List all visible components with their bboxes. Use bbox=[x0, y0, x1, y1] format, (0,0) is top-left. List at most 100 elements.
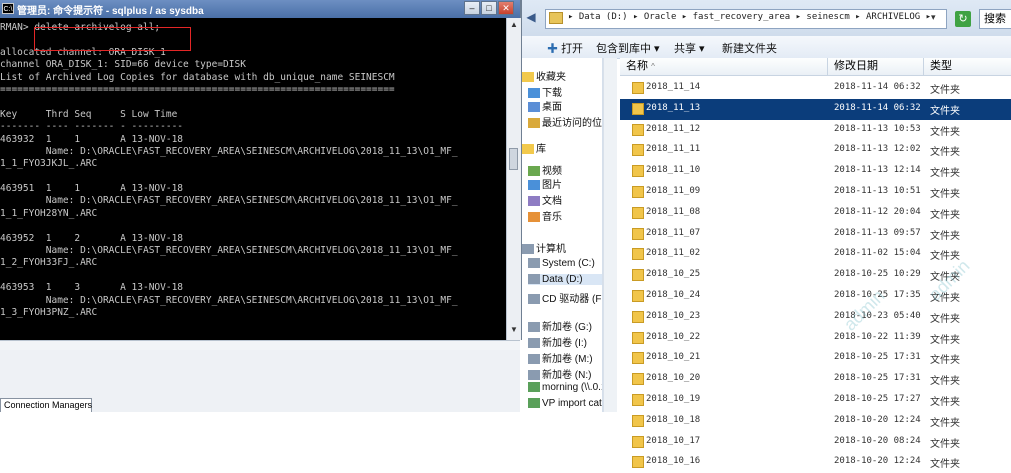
chevron-down-icon[interactable]: ▾ bbox=[931, 12, 936, 23]
nav-item[interactable]: 计算机 bbox=[522, 240, 566, 255]
nav-item[interactable]: 新加卷 (N:) bbox=[528, 366, 591, 381]
file-row[interactable]: 2018_11_09 2018-11-13 10:51 文件夹 bbox=[620, 182, 1011, 203]
nav-item[interactable]: 最近访问的位置 bbox=[528, 114, 602, 129]
file-name: 2018_10_18 bbox=[646, 414, 701, 425]
folder-icon bbox=[632, 102, 644, 115]
file-row[interactable]: 2018_10_16 2018-10-20 12:24 文件夹 bbox=[620, 452, 1011, 473]
file-name: 2018_11_02 bbox=[646, 248, 701, 259]
console-line: Name: D:\ORACLE\FAST_RECOVERY_AREA\SEINE… bbox=[0, 294, 458, 306]
nav-item[interactable]: 音乐 bbox=[528, 208, 562, 223]
folder-icon bbox=[549, 12, 563, 24]
nav-item[interactable]: VP import cato bbox=[528, 398, 602, 409]
file-row[interactable]: 2018_10_17 2018-10-20 08:24 文件夹 bbox=[620, 432, 1011, 453]
column-name-header[interactable]: 名称 ^ bbox=[620, 58, 828, 75]
scroll-down-icon[interactable]: ▼ bbox=[508, 324, 520, 336]
nav-item[interactable]: 新加卷 (M:) bbox=[528, 350, 593, 365]
file-row[interactable]: 2018_11_07 2018-11-13 09:57 文件夹 bbox=[620, 224, 1011, 245]
nav-item[interactable]: 文档 bbox=[528, 192, 562, 207]
file-row[interactable]: 2018_11_08 2018-11-12 20:04 文件夹 bbox=[620, 203, 1011, 224]
new-folder-button[interactable]: 新建文件夹 bbox=[722, 40, 777, 56]
file-row[interactable]: 2018_11_14 2018-11-14 06:32 文件夹 bbox=[620, 78, 1011, 99]
file-date: 2018-10-25 17:31 bbox=[834, 373, 921, 384]
console-output[interactable]: RMAN> delete archivelog all; allocated ch… bbox=[0, 22, 506, 338]
cmd-vertical-scrollbar[interactable]: ▲ ▼ bbox=[506, 18, 521, 340]
file-name: 2018_10_23 bbox=[646, 310, 701, 321]
file-type: 文件夹 bbox=[930, 105, 960, 117]
maximize-icon[interactable]: □ bbox=[481, 1, 497, 15]
column-date-header[interactable]: 修改日期 bbox=[828, 58, 924, 75]
search-input[interactable]: 搜索 bbox=[979, 9, 1011, 29]
nav-item-label: 新加卷 (G:) bbox=[542, 322, 592, 333]
back-arrow-icon[interactable]: ◀ bbox=[524, 10, 538, 24]
nav-item[interactable]: 下载 bbox=[528, 84, 562, 99]
nav-item[interactable]: 视频 bbox=[528, 162, 562, 177]
refresh-icon[interactable]: ↻ bbox=[955, 11, 971, 27]
open-button[interactable]: ✚ 打开 bbox=[547, 40, 583, 56]
scroll-up-icon[interactable]: ▲ bbox=[508, 19, 520, 31]
file-type: 文件夹 bbox=[930, 355, 960, 367]
minimize-icon[interactable]: – bbox=[464, 1, 480, 15]
nav-item[interactable]: morning (\\.0.1 bbox=[528, 382, 602, 393]
nav-item[interactable]: 新加卷 (I:) bbox=[528, 334, 587, 349]
drive-icon bbox=[528, 322, 540, 333]
file-row[interactable]: 2018_10_21 2018-10-25 17:31 文件夹 bbox=[620, 348, 1011, 369]
file-date: 2018-10-20 12:24 bbox=[834, 456, 921, 467]
console-line: 1_1_FYOH28YN_.ARC bbox=[0, 207, 98, 219]
connection-managers-tab[interactable]: Connection Managers bbox=[0, 398, 92, 412]
folder-icon bbox=[528, 88, 540, 99]
nav-item[interactable]: CD 驱动器 (F:) bbox=[528, 290, 602, 305]
column-type-header[interactable]: 类型 bbox=[924, 58, 1011, 75]
close-icon[interactable]: ✕ bbox=[498, 1, 514, 15]
file-name: 2018_11_07 bbox=[646, 227, 701, 238]
file-date: 2018-10-20 12:24 bbox=[834, 414, 921, 425]
file-name: 2018_10_21 bbox=[646, 352, 701, 363]
include-library-button[interactable]: 包含到库中 ▾ bbox=[596, 40, 660, 56]
file-row[interactable]: 2018_11_13 2018-11-14 06:32 文件夹 bbox=[620, 98, 1011, 120]
nav-scrollbar[interactable] bbox=[603, 58, 617, 412]
console-line: channel ORA_DISK_1: SID=66 device type=D… bbox=[0, 59, 246, 71]
nav-item[interactable]: 收藏夹 bbox=[522, 68, 566, 83]
nav-item-label: 收藏夹 bbox=[536, 72, 566, 83]
nav-item[interactable]: 新加卷 (G:) bbox=[528, 318, 592, 333]
file-type: 文件夹 bbox=[930, 376, 960, 388]
nav-item-label: 图片 bbox=[542, 180, 562, 191]
command-highlight-box bbox=[34, 27, 191, 51]
file-name: 2018_10_25 bbox=[646, 269, 701, 280]
file-row[interactable]: 2018_10_18 2018-10-20 12:24 文件夹 bbox=[620, 411, 1011, 432]
nav-item[interactable]: 桌面 bbox=[528, 98, 562, 113]
nav-item-label: 文档 bbox=[542, 196, 562, 207]
file-name: 2018_11_14 bbox=[646, 82, 701, 92]
file-row[interactable]: 2018_10_19 2018-10-25 17:27 文件夹 bbox=[620, 390, 1011, 411]
folder-icon bbox=[632, 331, 644, 344]
open-icon: ✚ bbox=[547, 43, 562, 55]
nav-item[interactable]: 库 bbox=[522, 140, 546, 155]
nav-item[interactable]: Data (D:) bbox=[528, 274, 602, 285]
scroll-thumb[interactable] bbox=[509, 148, 518, 170]
drive-icon bbox=[528, 370, 540, 381]
drive-icon bbox=[528, 398, 540, 409]
file-type: 文件夹 bbox=[930, 438, 960, 450]
file-row[interactable]: 2018_11_11 2018-11-13 12:02 文件夹 bbox=[620, 140, 1011, 161]
nav-item[interactable]: 图片 bbox=[528, 176, 562, 191]
file-row[interactable]: 2018_11_12 2018-11-13 10:53 文件夹 bbox=[620, 120, 1011, 141]
console-line: 463951 1 1 A 13-NOV-18 bbox=[0, 183, 184, 195]
nav-item[interactable]: System (C:) bbox=[528, 258, 595, 269]
address-bar[interactable]: ▸ Data (D:) ▸ Oracle ▸ fast_recovery_are… bbox=[545, 9, 947, 29]
folder-icon bbox=[632, 269, 644, 282]
file-type: 文件夹 bbox=[930, 334, 960, 346]
drive-icon bbox=[522, 244, 534, 255]
share-button[interactable]: 共享 ▾ bbox=[674, 40, 705, 56]
folder-icon bbox=[528, 180, 540, 191]
file-date: 2018-11-14 06:32 bbox=[834, 82, 921, 92]
file-date: 2018-11-02 15:04 bbox=[834, 248, 921, 259]
console-line: List of Archived Log Copies for database… bbox=[0, 71, 395, 83]
file-row[interactable]: 2018_10_23 2018-10-23 05:40 文件夹 bbox=[620, 307, 1011, 328]
file-name: 2018_10_16 bbox=[646, 456, 701, 467]
nav-item-label: 桌面 bbox=[542, 102, 562, 113]
file-row[interactable]: 2018_10_20 2018-10-25 17:31 文件夹 bbox=[620, 369, 1011, 390]
drive-icon bbox=[528, 258, 540, 269]
file-row[interactable]: 2018_10_22 2018-10-22 11:39 文件夹 bbox=[620, 328, 1011, 349]
file-row[interactable]: 2018_11_10 2018-11-13 12:14 文件夹 bbox=[620, 161, 1011, 182]
cmd-title-bar[interactable]: C:\ 管理员: 命令提示符 - sqlplus / as sysdba – □… bbox=[0, 0, 520, 18]
